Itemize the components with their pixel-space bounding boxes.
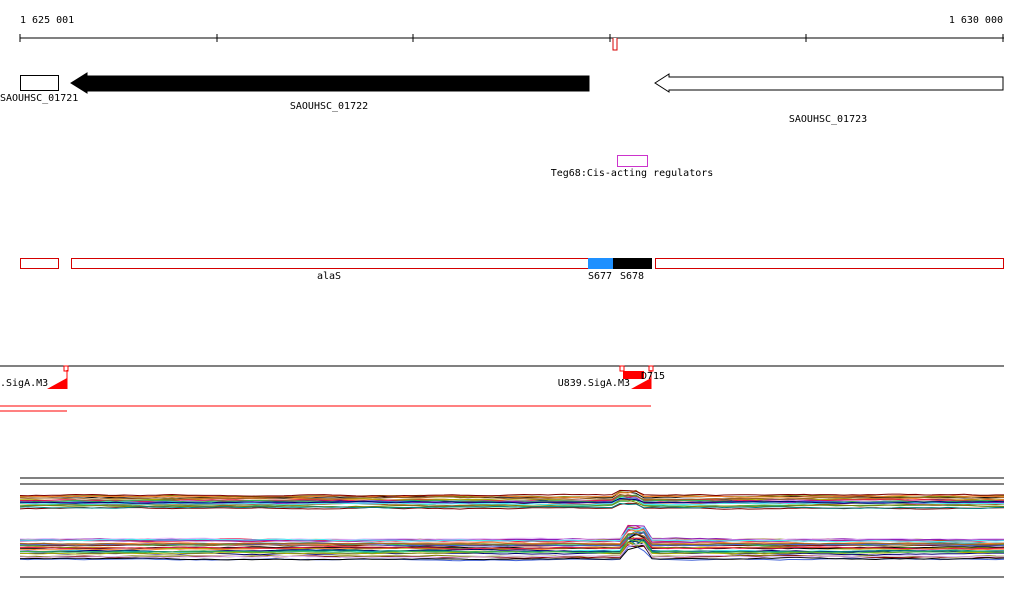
- segment-alaS[interactable]: [71, 258, 589, 269]
- segment-track: alaS S677 S678: [20, 258, 1004, 282]
- gene-label: SAOUHSC_01723: [789, 114, 867, 125]
- promoter-marker[interactable]: [619, 365, 625, 372]
- segment-box[interactable]: [20, 258, 59, 269]
- segment-label: alaS: [317, 271, 341, 282]
- segment-S678[interactable]: [613, 258, 652, 269]
- genome-track-canvas: 1 625 001 1 630 000 SAOUHSC_01721 SAOUHS…: [0, 15, 1005, 578]
- ruler-start-label: 1 625 001: [20, 15, 74, 26]
- promoter-label: .SigA.M3: [0, 378, 48, 389]
- ruler-end-label: 1 630 000: [949, 15, 1003, 26]
- expression-line: [19, 528, 1005, 546]
- gene-SAOUHSC_01721[interactable]: [20, 75, 59, 91]
- ruler-position-marker[interactable]: [612, 38, 618, 51]
- promoter-track: .SigA.M3 U839.SigA.M3 D715: [0, 365, 1004, 412]
- regulator-track: Teg68:Cis-acting regulators: [551, 155, 714, 179]
- gene-track: SAOUHSC_01721 SAOUHSC_01722 SAOUHSC_0172…: [0, 72, 1004, 125]
- regulator-label: Teg68:Cis-acting regulators: [551, 168, 714, 179]
- genome-browser-view: 1 625 001 1 630 000 SAOUHSC_01721 SAOUHS…: [0, 0, 1024, 611]
- promoter-label: D715: [641, 371, 665, 382]
- coordinate-ruler: 1 625 001 1 630 000: [19, 15, 1004, 51]
- segment-S677[interactable]: [588, 258, 613, 269]
- promoter-triangle[interactable]: [47, 378, 67, 389]
- segment-label: S678: [620, 271, 644, 282]
- regulator-Teg68[interactable]: [617, 155, 648, 167]
- gene-SAOUHSC_01723[interactable]: [654, 73, 1004, 93]
- segment-box[interactable]: [655, 258, 1004, 269]
- expression-profile-track: [19, 477, 1005, 578]
- gene-label: SAOUHSC_01721: [0, 93, 78, 104]
- gene-SAOUHSC_01722[interactable]: [70, 72, 590, 94]
- gene-label: SAOUHSC_01722: [290, 101, 368, 112]
- segment-label: S677: [588, 271, 612, 282]
- promoter-label: U839.SigA.M3: [558, 378, 630, 389]
